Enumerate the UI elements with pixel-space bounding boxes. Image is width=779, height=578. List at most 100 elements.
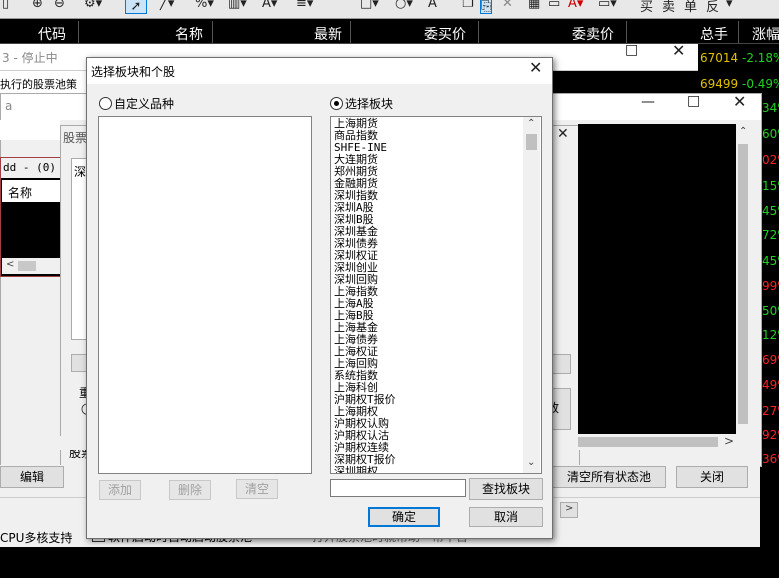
side-change: 50%	[762, 304, 779, 318]
delete-button[interactable]: 删除	[169, 480, 211, 500]
side-change: 45%	[762, 204, 779, 218]
stock-button-right[interactable]	[551, 354, 571, 374]
custom-radio-label[interactable]: 自定义品种	[114, 95, 174, 112]
pointer-icon[interactable]: ➚	[125, 0, 147, 14]
chevron-left-icon[interactable]: <	[6, 259, 14, 270]
gear-icon[interactable]: ⚙▾	[84, 0, 102, 11]
chevron-down-icon[interactable]: ▾	[726, 0, 733, 11]
block-radio[interactable]	[330, 97, 343, 110]
custom-radio[interactable]	[99, 97, 112, 110]
dd-window: dd - (0) 名称 <	[0, 157, 62, 277]
zoom-out-icon[interactable]: ⊖	[54, 0, 65, 11]
search-block-button[interactable]: 查找板块	[469, 478, 543, 500]
scroll-thumb[interactable]	[738, 144, 748, 424]
side-change: 69%	[762, 353, 779, 367]
maximize-icon[interactable]: □	[687, 93, 700, 109]
block-search-input[interactable]	[330, 479, 466, 497]
pool-list-header	[0, 120, 60, 140]
rectangle-icon[interactable]: □▾	[360, 0, 379, 11]
text-color-icon[interactable]: A▾	[262, 0, 277, 11]
minimize-icon[interactable]: □	[625, 42, 638, 58]
window-icon[interactable]: ▭▾	[598, 0, 617, 11]
block-list[interactable]: 上海期货 商品指数 SHFE-INE 大连期货 郑州期货 金融期货 深圳指数 深圳A股 深圳B股…	[330, 116, 542, 474]
copy-icon[interactable]: ❐	[462, 0, 474, 11]
add-button[interactable]: 添加	[99, 480, 141, 500]
hscroll[interactable]: >	[578, 434, 736, 450]
side-change: 72%	[762, 228, 779, 242]
list-icon[interactable]: ≡▾	[296, 0, 313, 11]
chevron-right-icon[interactable]: >	[560, 502, 578, 518]
edit-button[interactable]: 编辑	[0, 466, 64, 488]
chart-area	[578, 124, 736, 434]
layers-icon[interactable]: ▭	[548, 0, 560, 11]
custom-list[interactable]	[98, 116, 312, 474]
col-change[interactable]: 涨幅	[752, 24, 779, 44]
block-radio-label[interactable]: 选择板块	[345, 95, 393, 112]
ok-button[interactable]: 确定	[368, 507, 440, 527]
chevron-down-icon[interactable]: ⌄	[527, 457, 535, 468]
col-name[interactable]: 名称	[175, 24, 203, 44]
reverse-button[interactable]: 反	[706, 0, 719, 15]
percent-icon[interactable]: %▾	[195, 0, 214, 11]
buy-button[interactable]: 买	[640, 0, 653, 15]
close-icon[interactable]: ✕	[672, 41, 685, 60]
quote-change-1: -2.18%	[742, 51, 779, 65]
font-color-icon[interactable]: A▾	[568, 0, 583, 11]
clear-all-pools-button[interactable]: 清空所有状态池	[552, 466, 666, 488]
main-toolbar: ▯ ⊕ ⊖ ⚙▾ ➚ ╱▾ %▾ ▥▾ A▾ ≡▾ □▾ ○▾ A ❐ ⎘ ✕ …	[0, 0, 779, 19]
dd-hscroll[interactable]: <	[2, 258, 60, 274]
sell-button[interactable]: 卖	[662, 0, 675, 15]
close-icon[interactable]: ✕	[733, 92, 746, 111]
col-bid[interactable]: 委买价	[424, 24, 466, 44]
block-list-scrollbar[interactable]: ⌃ ⌄	[523, 117, 540, 473]
lock-icon[interactable]: ▯	[2, 0, 9, 11]
order-button[interactable]: 单	[684, 0, 697, 15]
dd-title: dd - (0)	[3, 161, 56, 174]
scroll-thumb[interactable]	[526, 134, 537, 150]
line-icon[interactable]: ╱▾	[160, 0, 174, 11]
col-total[interactable]: 总手	[700, 24, 728, 44]
side-change: 34%	[762, 101, 779, 115]
quote-header: 代码 名称 最新 委买价 委卖价 总手 涨幅	[0, 21, 779, 44]
scroll-thumb[interactable]	[18, 261, 36, 271]
quote-total-2: 69499	[700, 77, 739, 91]
quote-total-1: 67014	[700, 51, 739, 65]
side-change: 27%	[762, 404, 779, 418]
text-icon[interactable]: A	[428, 0, 437, 11]
col-latest[interactable]: 最新	[314, 24, 342, 44]
col-ask[interactable]: 委卖价	[572, 24, 614, 44]
strategy-window-body: 执行的股票池策略	[0, 71, 86, 107]
side-change: 02%	[762, 153, 779, 167]
side-change: 92%	[762, 428, 779, 442]
dialog-titlebar: 选择板块和个股 ✕	[87, 58, 552, 84]
cancel-button[interactable]: 取消	[469, 507, 543, 527]
dd-name-header[interactable]: 名称	[8, 184, 32, 201]
close-icon[interactable]: ✕	[502, 0, 513, 11]
vscroll[interactable]: ⌃	[736, 124, 750, 434]
chevron-right-icon[interactable]: >	[724, 434, 734, 448]
side-change: 49%	[762, 378, 779, 392]
side-change: 45%	[762, 254, 779, 268]
close-icon[interactable]: ✕	[529, 58, 542, 77]
circle-icon[interactable]: ○▾	[395, 0, 413, 11]
col-code[interactable]: 代码	[38, 24, 66, 44]
scroll-thumb[interactable]	[578, 437, 718, 447]
strategy-window-title: 3 - 停止中	[2, 51, 58, 65]
ruler-icon[interactable]: ▥▾	[228, 0, 247, 11]
grid-icon[interactable]: ▦	[528, 0, 540, 11]
dialog-title: 选择板块和个股	[91, 65, 176, 79]
dd-list-header: 名称	[2, 180, 60, 202]
close-button[interactable]: 关闭	[676, 466, 748, 488]
side-change: 60%	[762, 127, 779, 141]
block-list-item[interactable]: 深圳期权	[334, 466, 378, 474]
chevron-up-icon[interactable]: ⌃	[739, 126, 747, 137]
zoom-in-icon[interactable]: ⊕	[32, 0, 43, 11]
clear-button[interactable]: 清空	[236, 479, 278, 499]
paste-icon[interactable]: ⎘	[480, 0, 493, 14]
side-change: 15%	[762, 179, 779, 193]
hscroll-left	[60, 436, 86, 450]
chevron-up-icon[interactable]: ⌃	[527, 118, 535, 129]
close-icon[interactable]: ✕	[557, 126, 569, 142]
minimize-icon[interactable]: —	[641, 94, 655, 110]
col-divider	[626, 21, 627, 43]
